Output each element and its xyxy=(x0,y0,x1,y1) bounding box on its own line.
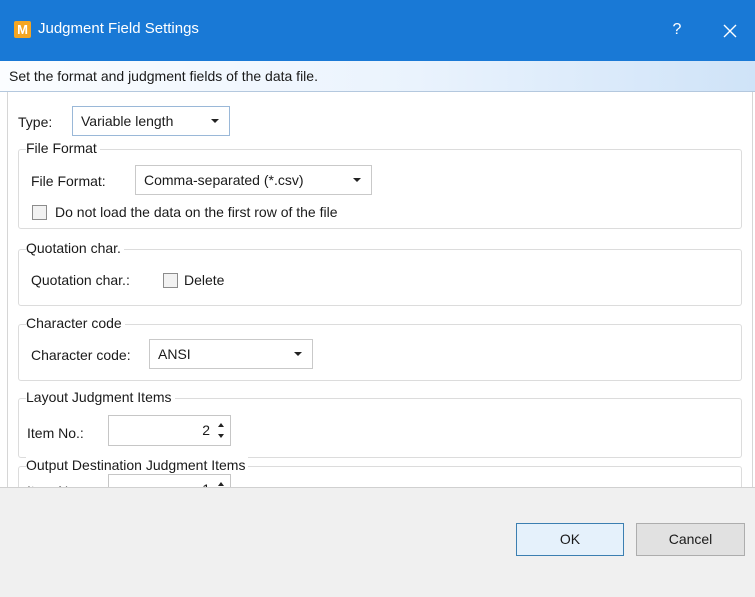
dialog-footer: OK Cancel xyxy=(0,487,755,597)
judgment-field-settings-dialog: M Judgment Field Settings ? Set the form… xyxy=(0,0,755,597)
close-icon xyxy=(723,24,737,38)
layout-item-no-stepper[interactable]: 2 xyxy=(108,415,231,446)
description-banner: Set the format and judgment fields of th… xyxy=(0,61,755,92)
type-select[interactable]: Variable length xyxy=(72,106,230,136)
description-text: Set the format and judgment fields of th… xyxy=(9,68,318,84)
charcode-select[interactable]: ANSI xyxy=(149,339,313,369)
quotation-group-title: Quotation char. xyxy=(26,240,124,256)
chevron-down-icon xyxy=(294,352,302,356)
help-button[interactable]: ? xyxy=(664,15,690,45)
app-icon: M xyxy=(14,21,31,38)
layout-item-no-value: 2 xyxy=(202,422,210,438)
type-label: Type: xyxy=(18,114,53,130)
file-format-label: File Format: xyxy=(31,173,106,189)
layout-item-no-label: Item No.: xyxy=(27,425,84,441)
skip-first-row-checkbox[interactable] xyxy=(32,205,47,220)
chevron-down-icon xyxy=(353,178,361,182)
charcode-label: Character code: xyxy=(31,347,131,363)
layout-judgment-group-title: Layout Judgment Items xyxy=(26,389,175,405)
close-button[interactable] xyxy=(715,15,745,45)
settings-panel: Type: Variable length File Format File F… xyxy=(7,92,753,520)
output-judgment-group-title: Output Destination Judgment Items xyxy=(26,457,249,473)
decrement-arrow-icon[interactable] xyxy=(218,434,224,438)
type-select-value: Variable length xyxy=(81,113,174,129)
file-format-select[interactable]: Comma-separated (*.csv) xyxy=(135,165,372,195)
increment-arrow-icon[interactable] xyxy=(218,482,224,486)
charcode-group-title: Character code xyxy=(26,315,125,331)
charcode-select-value: ANSI xyxy=(158,346,191,362)
delete-quotation-checkbox[interactable] xyxy=(163,273,178,288)
delete-quotation-label[interactable]: Delete xyxy=(184,272,224,288)
ok-button[interactable]: OK xyxy=(516,523,624,556)
title-bar: M Judgment Field Settings ? xyxy=(0,0,755,61)
file-format-select-value: Comma-separated (*.csv) xyxy=(144,172,304,188)
quotation-label: Quotation char.: xyxy=(31,272,130,288)
window-title: Judgment Field Settings xyxy=(38,20,199,37)
chevron-down-icon xyxy=(211,119,219,123)
skip-first-row-label[interactable]: Do not load the data on the first row of… xyxy=(55,204,338,220)
increment-arrow-icon[interactable] xyxy=(218,423,224,427)
file-format-group-title: File Format xyxy=(26,140,100,156)
cancel-button[interactable]: Cancel xyxy=(636,523,745,556)
